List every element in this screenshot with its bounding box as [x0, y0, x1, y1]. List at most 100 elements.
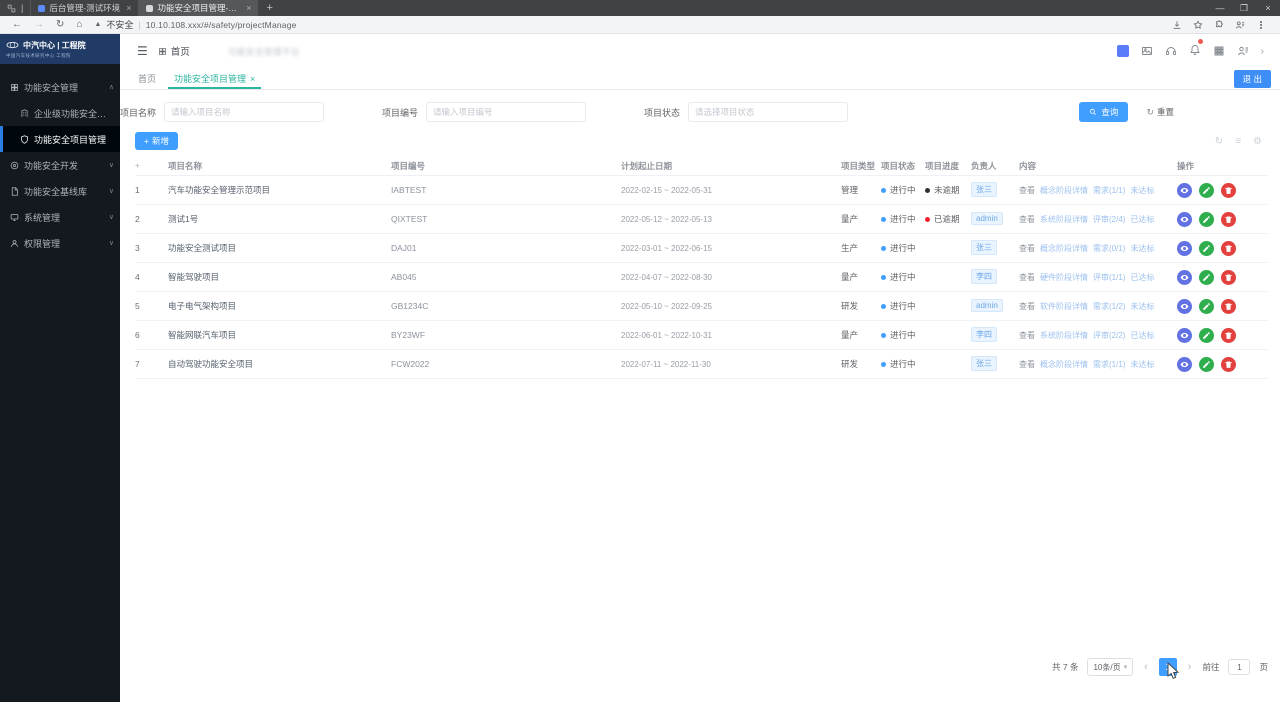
delete-button[interactable] — [1221, 327, 1236, 343]
content-link[interactable]: 软件阶段详情 — [1040, 301, 1088, 312]
table-refresh-icon[interactable]: ↻ — [1215, 136, 1223, 147]
forward-button[interactable]: → — [34, 19, 44, 30]
delete-button[interactable] — [1221, 240, 1236, 256]
content-link[interactable]: 概念阶段详情 — [1040, 359, 1088, 370]
content-link[interactable]: 概念阶段详情 — [1040, 185, 1088, 196]
project-type: 生产 — [841, 243, 859, 253]
edit-button[interactable] — [1199, 182, 1214, 198]
edit-button[interactable] — [1199, 356, 1214, 372]
page-number-current[interactable]: 1 — [1158, 658, 1177, 676]
back-button[interactable]: ← — [12, 19, 22, 30]
close-tab-icon[interactable]: × — [244, 3, 251, 13]
logout-button[interactable]: 退 出 — [1233, 69, 1271, 88]
close-tab-icon[interactable]: × — [124, 3, 131, 13]
edit-button[interactable] — [1199, 269, 1214, 285]
sidebar-item-3[interactable]: 功能安全项目管理 — [0, 126, 120, 152]
breadcrumb[interactable]: 首页 — [158, 44, 190, 58]
hamburger-icon[interactable]: ☰ — [120, 44, 158, 58]
table-density-icon[interactable]: ≡ — [1235, 136, 1241, 147]
content-link[interactable]: 已达标 — [1130, 214, 1154, 225]
table-settings-icon[interactable]: ⚙ — [1253, 136, 1262, 147]
close-icon[interactable]: × — [250, 74, 255, 84]
view-button[interactable] — [1177, 240, 1192, 256]
edit-button[interactable] — [1199, 240, 1214, 256]
maximize-button[interactable]: ❐ — [1232, 0, 1256, 16]
tab-active-project-manage[interactable]: 功能安全项目管理 × — [168, 68, 262, 89]
new-tab-button[interactable]: + — [258, 2, 280, 14]
delete-button[interactable] — [1221, 356, 1236, 372]
tab-group-icon[interactable]: | — [0, 3, 30, 13]
pencil-icon — [1202, 215, 1211, 224]
address-bar[interactable]: ▲ 不安全 | 10.10.108.xxx/#/safety/projectMa… — [94, 18, 296, 31]
delete-button[interactable] — [1221, 269, 1236, 285]
content-link[interactable]: 概念阶段详情 — [1040, 243, 1088, 254]
row-index: 4 — [135, 272, 140, 282]
view-button[interactable] — [1177, 182, 1192, 198]
edit-button[interactable] — [1199, 298, 1214, 314]
delete-button[interactable] — [1221, 182, 1236, 198]
view-button[interactable] — [1177, 269, 1192, 285]
view-button[interactable] — [1177, 298, 1192, 314]
add-button[interactable]: + 新增 — [135, 132, 178, 150]
content-link[interactable]: 评审(1/1) — [1093, 272, 1125, 283]
goto-page-input[interactable] — [1228, 659, 1251, 675]
search-button[interactable]: 查询 — [1079, 102, 1129, 122]
content-link[interactable]: 系统阶段详情 — [1040, 330, 1088, 341]
content-link[interactable]: 需求(1/1) — [1093, 359, 1125, 370]
view-button[interactable] — [1177, 356, 1192, 372]
row-actions — [1177, 356, 1268, 372]
sidebar-item-7[interactable]: 权限管理 ∨ — [0, 230, 120, 256]
dashboard-icon — [158, 47, 166, 55]
edit-button[interactable] — [1199, 327, 1214, 343]
content-link[interactable]: 评审(2/4) — [1093, 214, 1125, 225]
delete-button[interactable] — [1221, 211, 1236, 227]
notification-bell[interactable] — [1189, 38, 1204, 60]
content-link[interactable]: 需求(1/2) — [1093, 301, 1125, 312]
content-link[interactable]: 需求(0/1) — [1093, 243, 1125, 254]
tab-home[interactable]: 首页 — [120, 72, 168, 85]
pagination: 共 7 条 10条/页 ▾ ‹ 1 › 前往 页 — [1052, 658, 1268, 676]
content-link[interactable]: 已达标 — [1130, 330, 1154, 341]
goto-suffix: 页 — [1259, 662, 1268, 672]
browser-tab-2[interactable]: 功能安全项目管理-汽车功能安全平台 × — [138, 0, 259, 16]
next-page-button[interactable]: › — [1186, 661, 1194, 673]
close-window-button[interactable]: × — [1256, 0, 1280, 16]
delete-button[interactable] — [1221, 298, 1236, 314]
content-link[interactable]: 未达标 — [1130, 243, 1154, 254]
reset-button[interactable]: ↻ 重置 — [1140, 105, 1180, 119]
filter-input[interactable] — [164, 102, 325, 122]
browser-tab-1[interactable]: 后台管理-测试环境 × — [30, 0, 138, 16]
home-button[interactable]: ⌂ — [76, 19, 82, 30]
pencil-icon — [1202, 302, 1211, 311]
refresh-button[interactable]: ↻ — [56, 19, 64, 30]
sidebar-item-6[interactable]: 系统管理 ∨ — [0, 204, 120, 230]
page-size-select[interactable]: 10条/页 ▾ — [1087, 658, 1134, 676]
minimize-button[interactable]: — — [1208, 0, 1232, 16]
project-owner: admin — [971, 211, 1019, 227]
avatar[interactable] — [1116, 45, 1129, 57]
view-button[interactable] — [1177, 211, 1192, 227]
edit-button[interactable] — [1199, 211, 1214, 227]
content-link[interactable]: 未达标 — [1130, 359, 1154, 370]
sidebar-item-5[interactable]: 功能安全基线库 ∨ — [0, 178, 120, 204]
breadcrumb-home[interactable]: 首页 — [171, 44, 190, 58]
sidebar-item-4[interactable]: 功能安全开发 ∨ — [0, 152, 120, 178]
content-link[interactable]: 硬件阶段详情 — [1040, 272, 1088, 283]
view-button[interactable] — [1177, 327, 1192, 343]
content-link[interactable]: 未达标 — [1130, 301, 1154, 312]
filter-bar: 项目名称 项目编号 项目状态 查询 ↻ 重置 — [120, 96, 1280, 128]
sidebar-item-1[interactable]: 功能安全管理 ∧ — [0, 74, 120, 100]
sidebar-item-2[interactable]: 企业级功能安全管理 — [0, 100, 120, 126]
content-link[interactable]: 系统阶段详情 — [1040, 214, 1088, 225]
prev-page-button[interactable]: ‹ — [1142, 661, 1150, 673]
filter-input[interactable] — [426, 102, 587, 122]
project-status-select[interactable] — [688, 102, 849, 122]
content-link[interactable]: 需求(1/1) — [1093, 185, 1125, 196]
content-link[interactable]: 评审(2/2) — [1093, 330, 1125, 341]
view-tabs: 首页 功能安全项目管理 × 退 出 — [120, 68, 1280, 90]
chevron-right-icon[interactable]: › — [1261, 46, 1264, 57]
project-name: 智能网联汽车项目 — [168, 330, 237, 340]
content-link[interactable]: 未达标 — [1130, 185, 1154, 196]
expand-all-icon[interactable]: + — [135, 161, 168, 170]
content-link[interactable]: 已达标 — [1130, 272, 1154, 283]
